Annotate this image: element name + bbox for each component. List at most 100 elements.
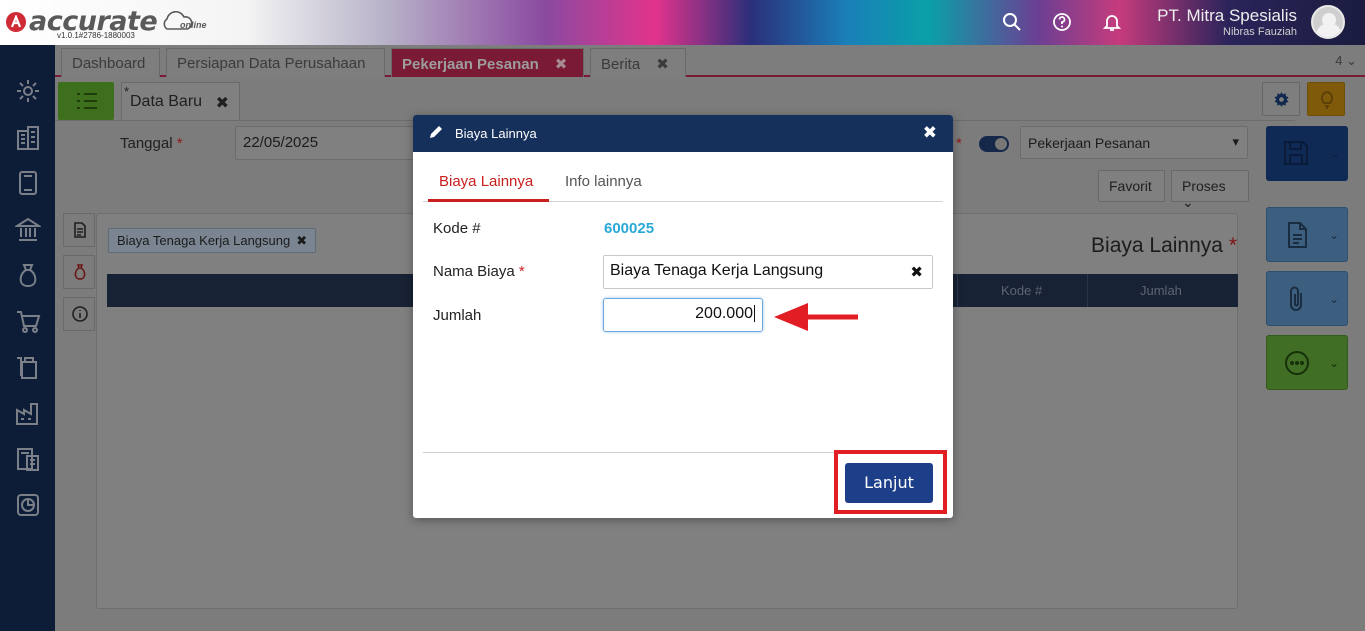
text-cursor (754, 305, 755, 323)
close-icon[interactable]: ✖ (296, 233, 307, 248)
tax-report-icon[interactable] (15, 446, 41, 472)
kode-label: Kode # (433, 220, 481, 237)
tab-dashboard[interactable]: Dashboard (61, 48, 160, 77)
search-icon[interactable] (1001, 12, 1023, 34)
jumlah-label: Jumlah (433, 307, 482, 324)
jumlah-value: 200.000 (695, 305, 753, 322)
required-mark: * (956, 135, 962, 152)
tab-label: Dashboard (72, 55, 146, 72)
nama-biaya-label: Nama Biaya * (433, 263, 525, 280)
user-name: Nibras Fauziah (1223, 26, 1297, 38)
label-text: Tanggal (120, 135, 173, 152)
chip-label: Biaya Tenaga Kerja Langsung (117, 233, 291, 248)
chevron-down-icon: ⌄ (1182, 194, 1194, 210)
active-tab-indicator (428, 199, 549, 202)
tab-label: Pekerjaan Pesanan (402, 56, 539, 73)
box-icon[interactable] (15, 354, 41, 380)
chart-icon[interactable] (15, 492, 41, 518)
money-bag-icon (74, 264, 86, 280)
tab-info[interactable] (63, 297, 95, 331)
highlight-box (834, 450, 947, 514)
dialog-header: Biaya Lainnya ✖ (413, 115, 953, 152)
tanggal-field[interactable]: 22/05/2025 (235, 126, 415, 160)
cart-icon[interactable] (15, 308, 41, 334)
required-mark: * (176, 135, 183, 152)
button-label: Proses (1182, 178, 1226, 194)
close-icon[interactable]: ✖ (923, 123, 937, 143)
jumlah-input[interactable]: 200.000 (603, 298, 763, 332)
tab-biaya-lainnya[interactable]: Biaya Lainnya (439, 173, 533, 190)
more-options-button[interactable]: ⌄ (1266, 335, 1348, 390)
tab-pekerjaan-pesanan[interactable]: Pekerjaan Pesanan ✖ (391, 48, 584, 77)
column-header-kode[interactable]: Kode # (1001, 283, 1042, 298)
tab-berita[interactable]: Berita ✖ (590, 48, 686, 77)
unsaved-marker: * (124, 84, 130, 99)
chevron-down-icon: ▾ (1232, 134, 1239, 149)
sidebar (0, 45, 55, 631)
favorit-button[interactable]: Favorit (1098, 170, 1165, 202)
column-header-jumlah[interactable]: Jumlah (1140, 283, 1182, 298)
filter-chip[interactable]: Biaya Tenaga Kerja Langsung ✖ (108, 228, 317, 253)
save-button[interactable]: ⌄ (1266, 126, 1348, 181)
money-bag-icon[interactable] (15, 262, 41, 288)
chevron-down-icon: ⌄ (1328, 356, 1339, 370)
factory-icon[interactable] (15, 400, 41, 426)
column-divider (1087, 274, 1088, 307)
tips-button[interactable] (1307, 82, 1345, 116)
tab-label: Data Baru (130, 93, 203, 110)
label-text: Nama Biaya (433, 263, 515, 280)
close-icon[interactable]: ✖ (656, 56, 669, 73)
gear-icon (1274, 92, 1289, 107)
toggle-switch[interactable] (979, 136, 1009, 152)
paperclip-icon (1290, 286, 1302, 311)
list-icon (77, 93, 97, 109)
chevron-down-icon: ⌄ (1329, 146, 1340, 160)
tab-info-lainnya[interactable]: Info lainnya (565, 173, 642, 190)
document-icon (1288, 222, 1307, 248)
tab-cost[interactable] (63, 255, 95, 289)
close-icon[interactable]: ✖ (555, 56, 568, 73)
company-info[interactable]: PT. Mitra Spesialis Nibras Fauziah (1157, 6, 1297, 38)
tanggal-label: Tanggal * (120, 135, 183, 152)
nama-biaya-value: Biaya Tenaga Kerja Langsung (610, 262, 824, 279)
module-tab-bar: Dashboard Persiapan Data Perusahaan Peke… (55, 45, 1365, 77)
tab-detail[interactable] (63, 213, 95, 247)
bell-icon[interactable] (1101, 12, 1123, 34)
logo-mark-icon (6, 11, 26, 32)
bank-icon[interactable] (13, 216, 43, 242)
avatar[interactable] (1311, 5, 1345, 39)
settings-icon[interactable] (15, 78, 41, 104)
tab-persiapan-data[interactable]: Persiapan Data Perusahaan (166, 48, 385, 77)
more-icon (1285, 351, 1309, 375)
document-icon (74, 222, 86, 238)
logo-online-text: online (180, 20, 207, 30)
nama-biaya-field[interactable]: Biaya Tenaga Kerja Langsung ✖ (603, 255, 933, 289)
document-button[interactable]: ⌄ (1266, 207, 1348, 262)
book-icon[interactable] (15, 170, 41, 196)
chevron-down-icon: ⌄ (1328, 228, 1339, 242)
required-mark-text: * (956, 135, 962, 152)
button-label: Favorit (1109, 178, 1152, 194)
dialog-title: Biaya Lainnya (455, 126, 537, 141)
save-icon (1284, 141, 1308, 165)
tab-count-dropdown[interactable]: 4 ⌄ (1335, 53, 1357, 69)
proses-button[interactable]: Proses ⌄ (1171, 170, 1249, 210)
panel-title-text: Biaya Lainnya (1091, 234, 1223, 257)
tab-count: 4 (1335, 53, 1343, 68)
required-mark: * (1228, 234, 1237, 257)
tab-data-baru[interactable]: * Data Baru ✖ (121, 82, 240, 120)
close-icon[interactable]: ✖ (216, 93, 229, 113)
attachment-button[interactable]: ⌄ (1266, 271, 1348, 326)
clear-icon[interactable]: ✖ (910, 263, 923, 281)
arrow-left-icon (774, 303, 858, 331)
building-icon[interactable] (15, 125, 41, 151)
chevron-down-icon: ⌄ (1328, 292, 1339, 306)
company-name: PT. Mitra Spesialis (1157, 6, 1297, 25)
list-view-button[interactable] (58, 82, 114, 120)
tanggal-value: 22/05/2025 (243, 134, 319, 151)
help-icon[interactable] (1051, 12, 1073, 34)
settings-button[interactable] (1262, 82, 1300, 116)
info-icon (72, 306, 88, 322)
transaction-type-select[interactable]: Pekerjaan Pesanan ▾ (1020, 126, 1248, 159)
required-mark: * (518, 263, 525, 280)
